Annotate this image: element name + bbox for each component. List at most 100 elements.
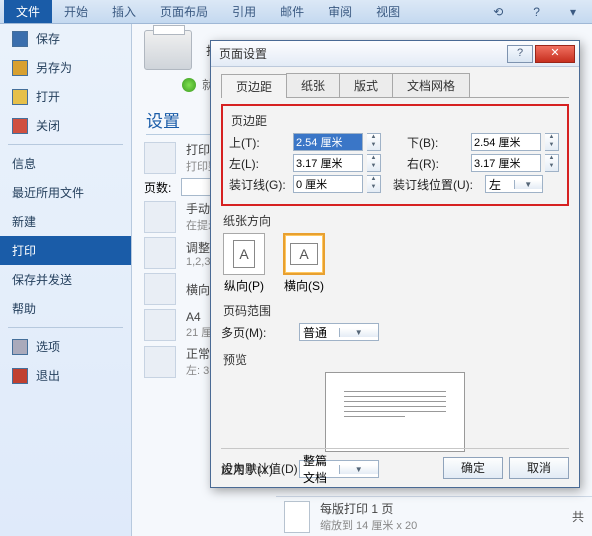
saveas-icon bbox=[12, 60, 28, 76]
sidebar-print[interactable]: 打印 bbox=[0, 236, 131, 265]
orient-label: 横向(S) bbox=[283, 277, 325, 294]
ribbon-tab-file[interactable]: 文件 bbox=[4, 0, 52, 23]
sidebar-save[interactable]: 保存 bbox=[0, 24, 131, 53]
combo-value: 普通 bbox=[300, 324, 339, 341]
sidebar-close[interactable]: 关闭 bbox=[0, 111, 131, 140]
ribbon-tab[interactable]: 引用 bbox=[220, 0, 268, 23]
gutter-input[interactable] bbox=[293, 175, 363, 193]
ribbon-tab[interactable]: 开始 bbox=[52, 0, 100, 23]
status-dot-icon bbox=[182, 78, 196, 92]
dialog-title: 页面设置 bbox=[215, 45, 505, 62]
ribbon-tab[interactable]: 插入 bbox=[100, 0, 148, 23]
dropdown-icon[interactable]: ▾ bbox=[558, 2, 588, 22]
dialog-titlebar[interactable]: 页面设置 ? ✕ bbox=[211, 41, 579, 67]
sidebar-label: 打印 bbox=[12, 242, 36, 259]
right-label: 右(R): bbox=[407, 155, 467, 172]
ribbon-tabs: 文件 开始 插入 页面布局 引用 邮件 审阅 视图 ⟲ ? ▾ bbox=[0, 0, 592, 24]
sidebar-help[interactable]: 帮助 bbox=[0, 294, 131, 323]
sidebar-label: 打开 bbox=[36, 88, 60, 105]
sidebar-label: 新建 bbox=[12, 213, 36, 230]
sidebar-label: 保存 bbox=[36, 30, 60, 47]
sidebar-exit[interactable]: 退出 bbox=[0, 361, 131, 390]
options-icon bbox=[12, 339, 28, 355]
save-icon bbox=[12, 31, 28, 47]
margins-group-highlight: 页边距 上(T): ▲▼ 下(B): ▲▼ 左(L): ▲▼ 右(R): ▲▼ bbox=[221, 104, 569, 206]
printer-icon[interactable] bbox=[144, 30, 192, 70]
close-icon bbox=[12, 118, 28, 134]
chevron-down-icon: ▼ bbox=[339, 328, 379, 337]
bottom-input[interactable] bbox=[471, 133, 541, 151]
separator bbox=[8, 144, 123, 145]
right-input[interactable] bbox=[471, 154, 541, 172]
orientation-group: A 纵向(P) A 横向(S) bbox=[223, 233, 567, 294]
dialog-footer: 设为默认值(D) 确定 取消 bbox=[221, 448, 569, 479]
sidebar-label: 信息 bbox=[12, 155, 36, 172]
backstage-footer: 每版打印 1 页 缩放到 14 厘米 x 20 共 bbox=[276, 496, 592, 536]
sidebar-new[interactable]: 新建 bbox=[0, 207, 131, 236]
set-default-link[interactable]: 设为默认值(D) bbox=[221, 460, 298, 477]
bottom-label: 下(B): bbox=[407, 134, 467, 151]
spin-buttons[interactable]: ▲▼ bbox=[367, 133, 381, 151]
group-title: 页边距 bbox=[231, 112, 561, 129]
file-sidebar: 保存 另存为 打开 关闭 信息 最近所用文件 新建 打印 保存并发送 帮助 选项… bbox=[0, 24, 132, 536]
tab-grid[interactable]: 文档网格 bbox=[392, 73, 470, 97]
sidebar-options[interactable]: 选项 bbox=[0, 332, 131, 361]
page-total-label: 共 bbox=[572, 508, 584, 525]
footer-sub: 缩放到 14 厘米 x 20 bbox=[320, 517, 417, 533]
orient-label: 纵向(P) bbox=[223, 277, 265, 294]
combo-value: 左 bbox=[486, 176, 514, 193]
sidebar-label: 退出 bbox=[36, 367, 60, 384]
spin-buttons[interactable]: ▲▼ bbox=[367, 175, 381, 193]
cancel-button[interactable]: 取消 bbox=[509, 457, 569, 479]
tab-margins[interactable]: 页边距 bbox=[221, 74, 287, 98]
sidebar-info[interactable]: 信息 bbox=[0, 149, 131, 178]
gutter-label: 装订线(G): bbox=[229, 176, 289, 193]
pages-per-sheet-icon bbox=[284, 501, 310, 533]
help-button[interactable]: ? bbox=[507, 45, 533, 63]
dialog-tabs: 页边距 纸张 版式 文档网格 bbox=[221, 73, 569, 98]
ribbon-tab[interactable]: 审阅 bbox=[316, 0, 364, 23]
page-setup-dialog: 页面设置 ? ✕ 页边距 纸张 版式 文档网格 页边距 上(T): ▲▼ 下(B… bbox=[210, 40, 580, 488]
sync-icon[interactable]: ⟲ bbox=[481, 2, 515, 22]
sidebar-saveas[interactable]: 另存为 bbox=[0, 53, 131, 82]
doc-icon bbox=[144, 142, 176, 174]
tab-layout[interactable]: 版式 bbox=[339, 73, 393, 97]
margins-icon bbox=[144, 346, 176, 378]
opt-title: 调整 bbox=[186, 239, 210, 256]
sidebar-label: 另存为 bbox=[36, 59, 72, 76]
ribbon-tab[interactable]: 邮件 bbox=[268, 0, 316, 23]
pages-label: 页数: bbox=[144, 179, 171, 196]
spin-buttons[interactable]: ▲▼ bbox=[545, 154, 559, 172]
gutter-pos-combo[interactable]: 左▼ bbox=[485, 175, 543, 193]
tab-paper[interactable]: 纸张 bbox=[286, 73, 340, 97]
portrait-option[interactable]: A 纵向(P) bbox=[223, 233, 265, 294]
multi-combo[interactable]: 普通▼ bbox=[299, 323, 379, 341]
left-label: 左(L): bbox=[229, 155, 289, 172]
spin-buttons[interactable]: ▲▼ bbox=[367, 154, 381, 172]
sidebar-share[interactable]: 保存并发送 bbox=[0, 265, 131, 294]
collate-icon bbox=[144, 237, 176, 269]
ribbon-tab[interactable]: 页面布局 bbox=[148, 0, 220, 23]
ok-button[interactable]: 确定 bbox=[443, 457, 503, 479]
landscape-option[interactable]: A 横向(S) bbox=[283, 233, 325, 294]
sidebar-label: 关闭 bbox=[36, 117, 60, 134]
open-icon bbox=[12, 89, 28, 105]
sidebar-recent[interactable]: 最近所用文件 bbox=[0, 178, 131, 207]
exit-icon bbox=[12, 368, 28, 384]
ribbon-tab[interactable]: 视图 bbox=[364, 0, 412, 23]
sidebar-label: 选项 bbox=[36, 338, 60, 355]
sidebar-open[interactable]: 打开 bbox=[0, 82, 131, 111]
spin-buttons[interactable]: ▲▼ bbox=[545, 133, 559, 151]
close-button[interactable]: ✕ bbox=[535, 45, 575, 63]
help-icon[interactable]: ? bbox=[521, 2, 552, 22]
help-icons: ⟲ ? ▾ bbox=[481, 2, 588, 22]
chevron-down-icon: ▼ bbox=[514, 180, 543, 189]
opt-title: 横向 bbox=[186, 281, 210, 298]
separator bbox=[8, 327, 123, 328]
sidebar-label: 保存并发送 bbox=[12, 271, 72, 288]
top-input[interactable] bbox=[293, 133, 363, 151]
left-input[interactable] bbox=[293, 154, 363, 172]
landscape-icon bbox=[144, 273, 176, 305]
multi-label: 多页(M): bbox=[221, 324, 295, 341]
top-label: 上(T): bbox=[229, 134, 289, 151]
